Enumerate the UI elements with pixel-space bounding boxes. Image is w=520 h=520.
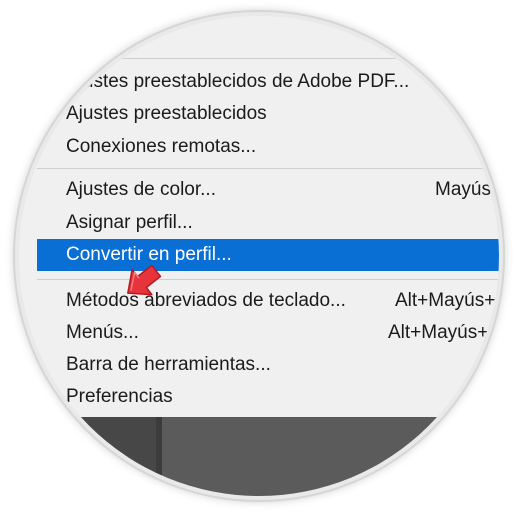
- workspace-divider: [156, 417, 162, 496]
- menu-separator: [37, 168, 499, 169]
- menu-item-label: Ajustes preestablecidos de Adobe PDF...: [66, 71, 410, 92]
- menu-item-label: Ajustes de color...: [66, 179, 216, 200]
- edit-menu-dropdown: Ajustes preestablecidos de Adobe PDF... …: [19, 16, 503, 496]
- menu-item-keyboard-shortcuts[interactable]: Métodos abreviados de teclado... Alt+May…: [37, 285, 503, 317]
- menu-item-menus[interactable]: Menús... Alt+Mayús+C: [37, 317, 503, 349]
- menu-item-color-settings[interactable]: Ajustes de color... Mayús+: [37, 174, 503, 206]
- menu-item-label: Barra de herramientas...: [66, 354, 271, 375]
- menu-item-label: Menús...: [66, 322, 139, 343]
- menu-item-assign-profile[interactable]: Asignar perfil...: [37, 207, 499, 239]
- menu-item-adobe-pdf-presets[interactable]: Ajustes preestablecidos de Adobe PDF...: [37, 66, 499, 98]
- menu-item-label: Asignar perfil...: [66, 212, 193, 233]
- menu-item-label: Ajustes preestablecidos: [66, 103, 267, 124]
- menu-item-label: Preferencias: [66, 386, 173, 407]
- menu-item-presets[interactable]: Ajustes preestablecidos: [37, 98, 499, 130]
- menu-separator: [37, 58, 499, 59]
- menu-item-toolbar[interactable]: Barra de herramientas...: [37, 349, 499, 381]
- menu-item-label: Métodos abreviados de teclado...: [66, 290, 346, 311]
- magnifier-lens: Ajustes preestablecidos de Adobe PDF... …: [15, 12, 503, 500]
- menu-item-remote-connections[interactable]: Conexiones remotas...: [37, 131, 499, 163]
- menu-separator: [37, 279, 499, 280]
- menu-item-label: Conexiones remotas...: [66, 136, 257, 157]
- menu-item-preferences[interactable]: Preferencias: [37, 381, 499, 413]
- menu-item-shortcut: Mayús+: [435, 179, 503, 200]
- menu-item-shortcut: Alt+Mayús+C: [395, 290, 503, 311]
- workspace-panel: [19, 417, 156, 496]
- menu-item-convert-to-profile[interactable]: Convertir en perfil...: [37, 239, 499, 271]
- pointer-arrow-icon: [127, 264, 162, 296]
- menu-item-shortcut: Alt+Mayús+C: [388, 322, 503, 343]
